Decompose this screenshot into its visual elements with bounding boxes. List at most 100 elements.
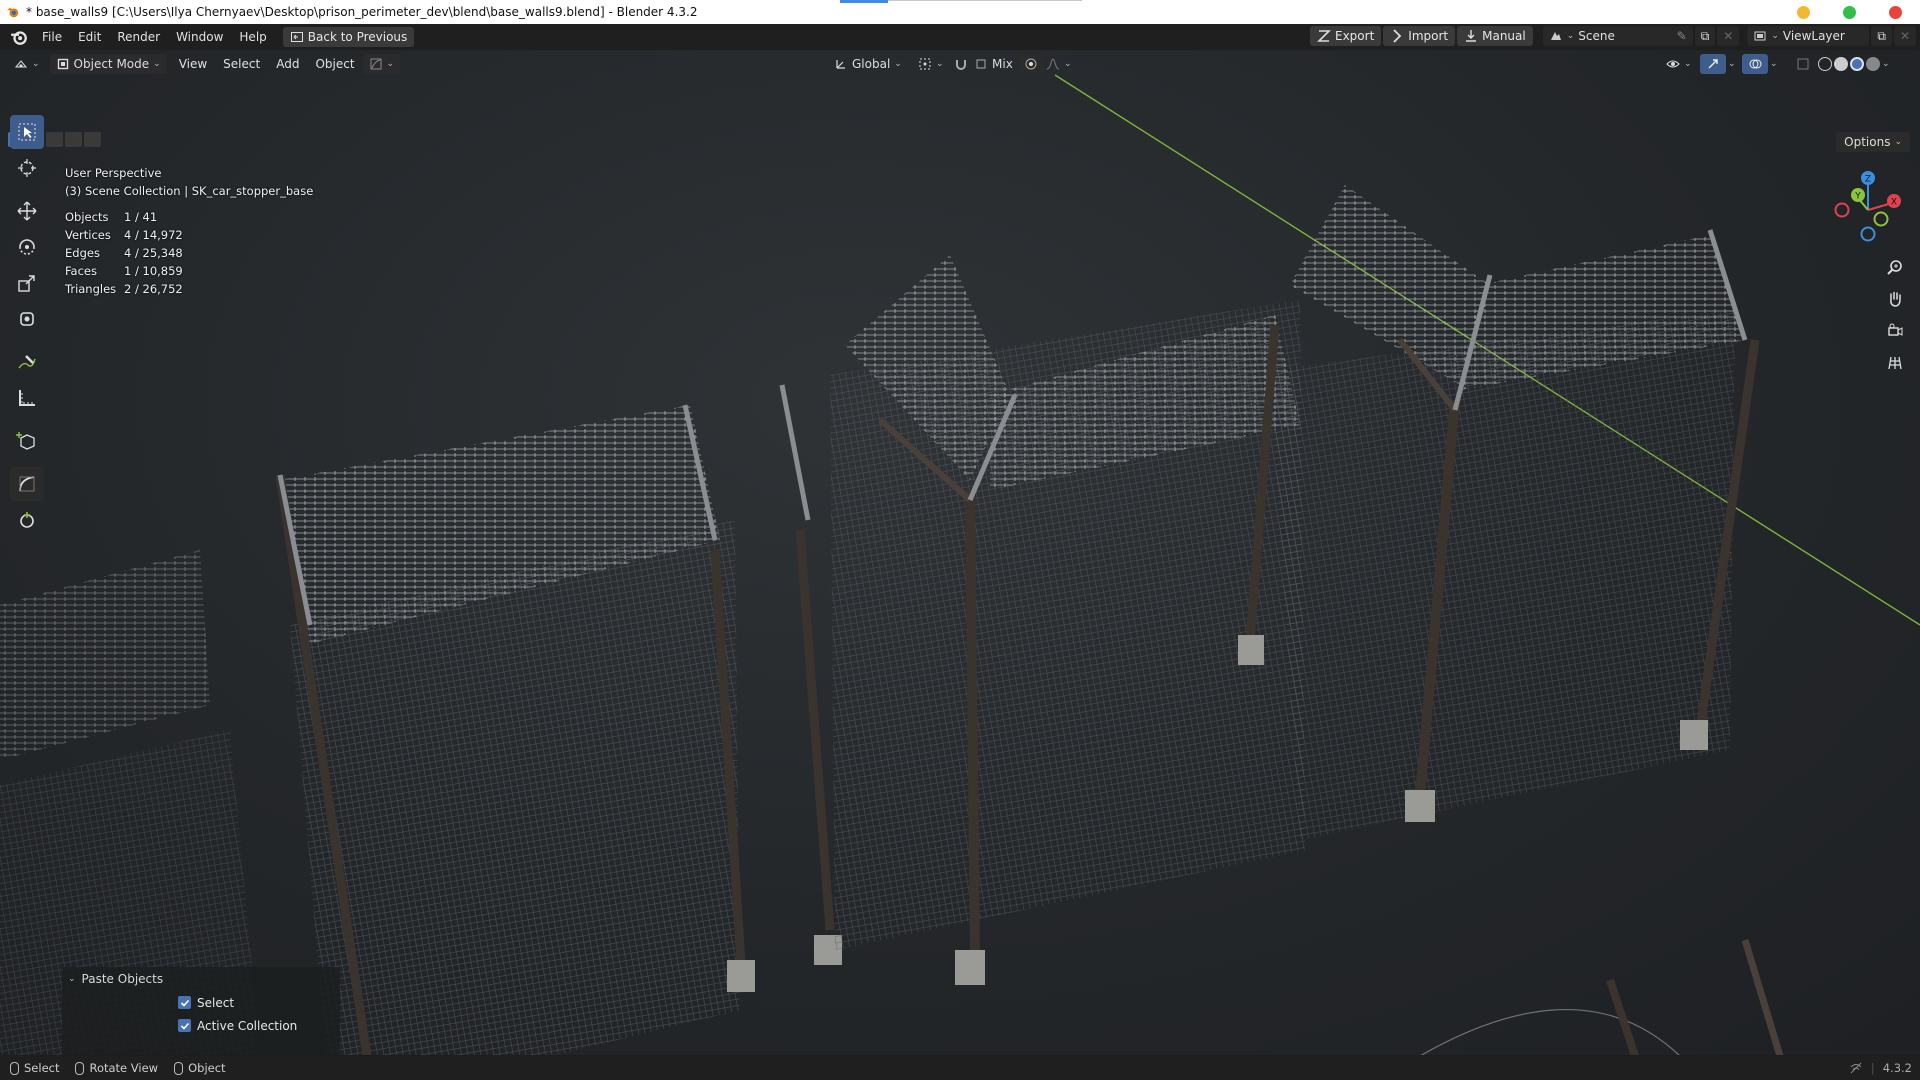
viewport-menu-object[interactable]: Object [307,53,362,75]
shear-tool[interactable] [10,467,44,501]
neg-x-axis-icon[interactable] [1834,202,1850,218]
back-screen-icon [290,32,303,42]
menu-render[interactable]: Render [109,26,168,48]
custom-addon-tool[interactable] [10,503,44,537]
import-button[interactable]: Import [1383,26,1456,46]
shading-modes[interactable]: ⌄ [1812,54,1896,74]
rotate-tool[interactable] [10,230,44,264]
import-label: Import [1408,29,1449,43]
rendered-shading-icon[interactable] [1866,57,1880,71]
status-rotate-hint: Rotate View [75,1061,158,1075]
wireframe-shading-icon[interactable] [1818,57,1832,71]
solid-shading-icon[interactable] [1834,57,1848,71]
zoom-button[interactable] [1882,254,1908,280]
overlays-dropdown[interactable]: ⌄ [1764,54,1784,74]
blender-menu-icon[interactable] [10,28,28,46]
options-dropdown[interactable]: Options ⌄ [1836,132,1910,152]
chevron-down-icon: ⌄ [1064,59,1072,69]
menu-window[interactable]: Window [168,26,231,48]
back-to-previous-label: Back to Previous [307,30,408,44]
perspective-toggle-button[interactable] [1882,350,1908,376]
checkmark-icon [180,999,189,1007]
back-to-previous-button[interactable]: Back to Previous [282,27,415,47]
scale-tool[interactable] [10,266,44,300]
paste-objects-header[interactable]: ⌄ Paste Objects [62,967,340,991]
navigation-gizmo[interactable]: Z Y X [1832,166,1904,246]
material-preview-icon[interactable] [1850,57,1864,71]
camera-view-button[interactable] [1882,318,1908,344]
mode-dropdown[interactable]: Object Mode ⌄ [49,54,167,74]
select-intersect-icon[interactable] [84,132,101,147]
stat-label: Edges [65,246,100,260]
3d-viewport[interactable]: ⌄ Object Mode ⌄ View Select Add Object ⌄… [0,50,1920,1055]
editor-type-dropdown[interactable]: ⌄ [8,54,46,74]
close-button[interactable] [1889,6,1902,19]
gizmo-dropdown[interactable]: ⌄ [1722,54,1742,74]
proportional-edit-icon [1025,58,1037,70]
tool-shelf [6,114,50,539]
select-checkbox-label: Select [197,995,235,1010]
camera-icon [1888,323,1903,336]
viewport-menu-select[interactable]: Select [215,53,268,75]
manual-button[interactable]: Manual [1457,26,1533,46]
export-button[interactable]: Export [1310,26,1382,46]
add-cube-tool[interactable] [10,424,44,458]
stat-value: 1 / 41 [124,210,158,224]
menu-file[interactable]: File [34,26,70,48]
snap-target-icon [976,59,986,69]
cursor-tool[interactable] [10,151,44,185]
select-box-tool[interactable] [10,115,44,149]
maximize-button[interactable] [1843,6,1856,19]
falloff-dropdown[interactable]: ⌄ [1040,54,1078,74]
new-viewlayer-button[interactable]: ⧉ [1871,26,1892,46]
status-rotate-label: Rotate View [89,1061,159,1075]
x-axis-label: X [1891,198,1897,208]
scene-selector[interactable]: ⌄ Scene ✎ [1542,26,1693,46]
rotate-icon [19,239,35,255]
paste-objects-title: Paste Objects [81,972,164,986]
3d-cursor-icon [18,159,36,177]
active-collection-checkbox[interactable] [178,1019,191,1032]
select-cursor-icon [18,123,36,141]
viewport-menu-add[interactable]: Add [268,53,307,75]
grid-icon [1888,356,1902,370]
version-label: 4.3.2 [1882,1061,1912,1075]
remove-viewlayer-button[interactable]: ✕ [1893,26,1916,46]
import-chevron-icon [1393,29,1402,43]
stat-label: Objects [65,210,109,224]
active-collection-checkbox-row[interactable]: Active Collection [178,1014,340,1037]
global-axis-icon [836,60,845,69]
annotate-tool[interactable] [10,345,44,379]
menu-edit[interactable]: Edit [70,26,109,48]
chevron-down-icon: ⌄ [153,59,161,69]
scene-chevron-icon: ⌄ [1566,31,1575,41]
pivot-point-dropdown[interactable]: ⌄ [912,54,950,74]
status-object-label: Object [188,1061,226,1075]
stat-label: Triangles [65,282,117,296]
remove-scene-button[interactable]: ✕ [1717,26,1740,46]
transform-tool[interactable] [10,302,44,336]
select-checkbox[interactable] [178,996,191,1009]
neg-z-axis-icon[interactable] [1860,226,1876,242]
viewlayer-name: ViewLayer [1782,29,1845,43]
pan-button[interactable] [1882,286,1908,312]
select-checkbox-row[interactable]: Select [178,991,340,1014]
measure-tool[interactable] [10,381,44,415]
pin-icon[interactable]: ✎ [1677,29,1687,43]
transform-orientation-dropdown[interactable]: Global ⌄ [828,54,908,74]
post-base [1680,720,1708,750]
blender-topbar: File Edit Render Window Help Back to Pre… [0,24,1920,50]
minimize-button[interactable] [1797,6,1810,19]
visibility-dropdown[interactable]: ⌄ [1660,54,1698,74]
move-tool[interactable] [10,194,44,228]
new-scene-button[interactable]: ⧉ [1694,26,1716,46]
chevron-down-icon: ⌄ [32,59,40,69]
menu-help[interactable]: Help [231,26,274,48]
viewlayer-selector[interactable]: ⌄ ViewLayer [1747,26,1870,46]
select-invert-icon[interactable] [65,132,82,147]
gpencil-dropdown[interactable]: ⌄ [362,54,401,74]
fence-mesh-3 [1270,310,1735,840]
viewport-menu-view[interactable]: View [171,53,215,75]
neg-y-axis-icon[interactable] [1873,211,1889,227]
scene-icon [1550,32,1561,40]
